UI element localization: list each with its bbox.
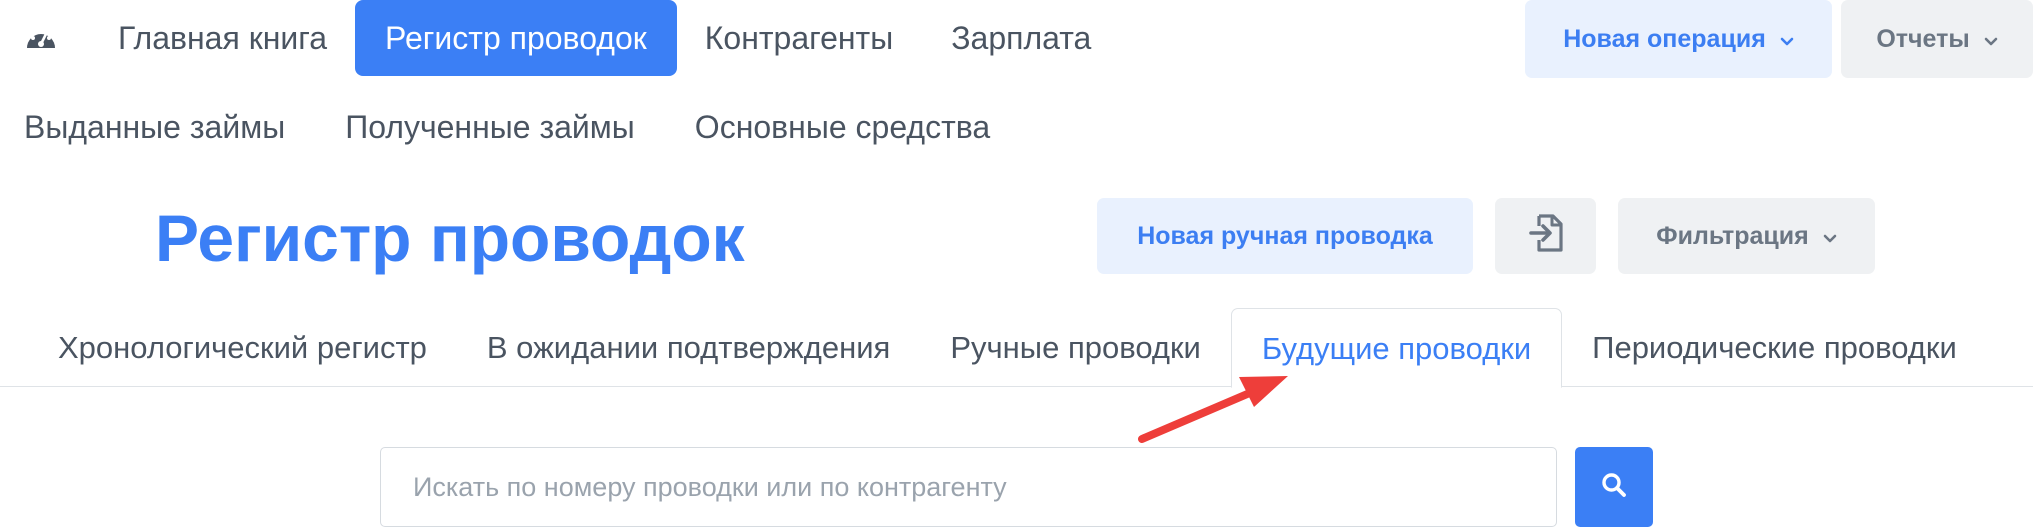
chevron-down-icon xyxy=(1823,222,1837,251)
top-actions: Новая операция Отчеты xyxy=(1525,0,2033,78)
chevron-down-icon xyxy=(1984,25,1998,54)
tab-recurring-entries[interactable]: Периодические проводки xyxy=(1562,308,1987,387)
new-operation-button[interactable]: Новая операция xyxy=(1525,0,1832,78)
reports-button[interactable]: Отчеты xyxy=(1841,0,2033,78)
nav-loans-issued[interactable]: Выданные займы xyxy=(24,109,285,146)
nav-fixed-assets[interactable]: Основные средства xyxy=(695,109,990,146)
search-icon xyxy=(1601,472,1627,503)
secondary-nav: Выданные займы Полученные займы Основные… xyxy=(24,92,1050,162)
tab-pending-confirmation[interactable]: В ожидании подтверждения xyxy=(457,308,920,387)
search-input[interactable] xyxy=(380,447,1557,527)
new-manual-entry-button[interactable]: Новая ручная проводка xyxy=(1097,198,1473,274)
search-bar xyxy=(380,447,1653,527)
nav-general-ledger[interactable]: Главная книга xyxy=(118,20,327,57)
nav-entries-register[interactable]: Регистр проводок xyxy=(355,0,677,76)
page-title: Регистр проводок xyxy=(155,201,745,275)
chevron-down-icon xyxy=(1780,25,1794,54)
tab-future-entries[interactable]: Будущие проводки xyxy=(1230,308,1563,388)
new-manual-entry-label: Новая ручная проводка xyxy=(1137,221,1433,250)
nav-counterparties[interactable]: Контрагенты xyxy=(705,20,893,57)
dashboard-gauge-icon[interactable] xyxy=(24,0,60,76)
primary-nav: Главная книга Регистр проводок Контраген… xyxy=(24,0,1149,76)
new-operation-label: Новая операция xyxy=(1563,24,1766,53)
filter-label: Фильтрация xyxy=(1656,221,1809,250)
register-tabs: Хронологический регистр В ожидании подтв… xyxy=(0,308,2033,388)
tab-chronological-register[interactable]: Хронологический регистр xyxy=(28,308,457,387)
tab-manual-entries[interactable]: Ручные проводки xyxy=(920,308,1231,387)
filter-button[interactable]: Фильтрация xyxy=(1618,198,1875,274)
nav-payroll[interactable]: Зарплата xyxy=(951,20,1091,57)
reports-label: Отчеты xyxy=(1876,24,1970,53)
file-import-icon xyxy=(1528,213,1563,259)
title-actions: Новая ручная проводка Фильтрация xyxy=(1097,198,1875,274)
nav-loans-received[interactable]: Полученные займы xyxy=(345,109,635,146)
import-button[interactable] xyxy=(1495,198,1596,274)
search-button[interactable] xyxy=(1575,447,1653,527)
